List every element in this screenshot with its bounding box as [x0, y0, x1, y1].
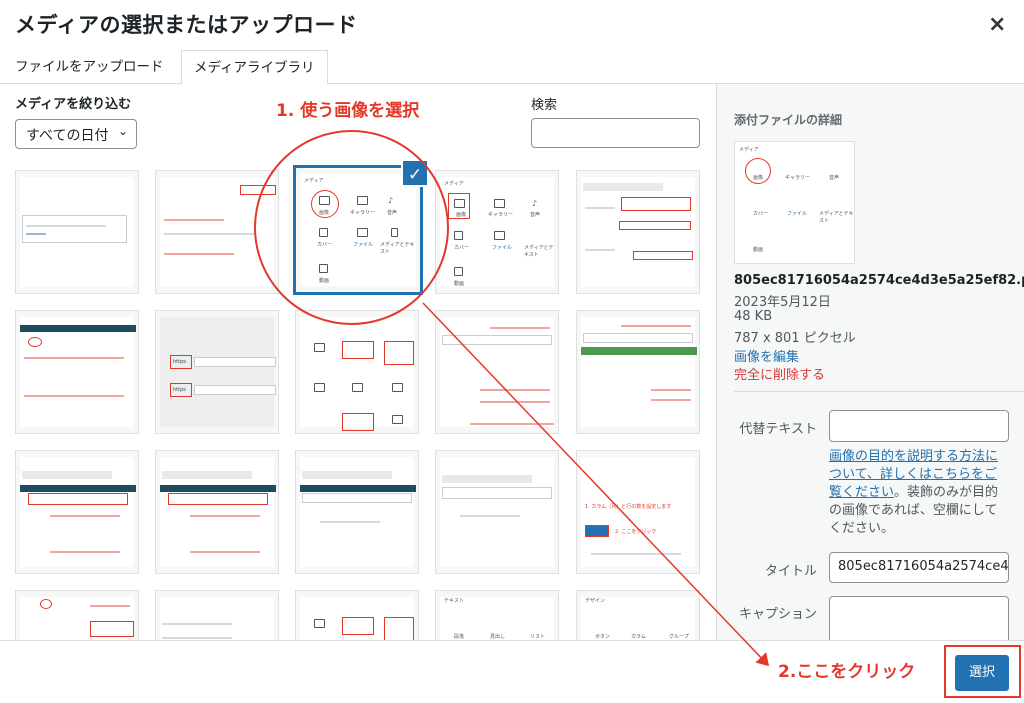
attachment-thumbnail[interactable]: メディア 画像 ギャラリー ♪ 音声 カバー ファイル メディアとテキスト 動画 — [435, 170, 559, 294]
annotation-step2: 2.ここをクリック — [778, 662, 916, 682]
thumbnail-image: 1. カラム（列）と行の数を設定します 2. ここをクリック — [581, 457, 695, 567]
thumbnail-image — [300, 597, 414, 640]
thumbnail-image: メディア 画像 ギャラリー ♪ 音声 カバー ファイル メディアとテキスト 動画 — [440, 177, 554, 287]
date-filter-value: すべての日付 — [26, 128, 109, 144]
thumb-text: 音声 — [530, 212, 541, 218]
thumbnail-image — [160, 457, 276, 567]
details-date: 2023年5月12日 — [734, 295, 831, 310]
thumb-text: 1. カラム（列）と行の数を設定します — [585, 504, 672, 510]
thumbnail-image — [581, 317, 697, 427]
annotation-circle — [254, 130, 449, 325]
attachment-thumbnail[interactable] — [295, 590, 419, 640]
thumb-text: メディアとテキスト — [819, 211, 854, 224]
attachment-thumbnail[interactable] — [576, 170, 700, 294]
thumb-text: メディアとテキスト — [524, 245, 554, 258]
thumb-text: https — [173, 359, 186, 365]
thumbnail-image — [20, 457, 136, 567]
thumb-text: カバー — [454, 245, 470, 251]
details-filename: 805ec81716054a2574ce4d3e5a25ef82.png — [734, 273, 1024, 288]
attachment-thumbnail[interactable]: テキスト 段落 見出し リスト — [435, 590, 559, 640]
edit-image-link[interactable]: 画像を編集 — [734, 346, 799, 365]
close-icon[interactable]: × — [988, 12, 1006, 37]
thumb-text: 段落 — [454, 634, 465, 640]
thumb-text: グループ — [669, 634, 689, 640]
caption-textarea[interactable] — [829, 596, 1009, 640]
thumbnail-image — [20, 177, 134, 287]
details-filesize: 48 KB — [734, 309, 773, 324]
details-thumbnail: メディア 画像 ギャラリー 音声 カバー ファイル メディアとテキスト 動画 — [734, 141, 855, 264]
thumbnail-image: デザイン ボタン カラム グループ — [581, 597, 695, 640]
thumbnail-image — [20, 317, 136, 427]
thumbnail-image — [160, 597, 274, 640]
attachment-thumbnail[interactable] — [15, 590, 139, 640]
thumb-text: リスト — [530, 634, 546, 640]
thumb-text: https — [173, 387, 186, 393]
alt-text-input[interactable] — [829, 410, 1009, 442]
thumb-text: カバー — [753, 211, 769, 217]
details-heading: 添付ファイルの詳細 — [734, 113, 843, 127]
thumb-text: 画像 — [753, 175, 764, 181]
chevron-down-icon: ⌄ — [117, 124, 128, 138]
alt-text-help: 画像の目的を説明する方法について、詳しくはこちらをご覧ください。装飾のみが目的の… — [829, 448, 1009, 538]
media-modal: メディアの選択またはアップロード × ファイルをアップロード メディアライブラリ… — [0, 0, 1024, 703]
date-filter-select[interactable]: すべての日付 ⌄ — [15, 119, 137, 149]
thumb-text: ギャラリー — [785, 175, 811, 181]
attachment-thumbnail[interactable]: https https — [155, 310, 279, 434]
attachment-thumbnail[interactable] — [576, 310, 700, 434]
attachment-thumbnail[interactable]: デザイン ボタン カラム グループ — [576, 590, 700, 640]
tab-upload-files[interactable]: ファイルをアップロード — [3, 50, 176, 84]
thumb-text: ファイル — [492, 245, 513, 251]
thumbnail-image — [20, 597, 134, 640]
filter-label: メディアを絞り込む — [15, 97, 132, 112]
thumb-text: 音声 — [829, 175, 840, 181]
attachment-thumbnail[interactable] — [15, 450, 139, 574]
thumb-text: デザイン — [585, 598, 606, 604]
search-input[interactable] — [531, 118, 700, 148]
details-divider — [734, 391, 1024, 392]
attachment-thumbnail[interactable] — [295, 450, 419, 574]
thumb-text: メディア — [444, 181, 464, 187]
attachment-thumbnail[interactable]: 1. カラム（列）と行の数を設定します 2. ここをクリック — [576, 450, 700, 574]
title-label: タイトル — [764, 564, 817, 579]
attachment-thumbnail[interactable] — [15, 310, 139, 434]
thumb-text: ギャラリー — [488, 212, 514, 218]
modal-tabs: ファイルをアップロード メディアライブラリ — [0, 50, 1024, 85]
annotation-step1: 1. 使う画像を選択 — [276, 101, 420, 121]
thumbnail-image: テキスト 段落 見出し リスト — [440, 597, 554, 640]
alt-text-label: 代替テキスト — [739, 422, 817, 437]
thumbnail-image — [581, 177, 695, 287]
details-dimensions: 787 x 801 ピクセル — [734, 331, 856, 346]
thumb-text: 画像 — [456, 212, 467, 218]
attachment-thumbnail[interactable] — [155, 590, 279, 640]
search-label: 検索 — [531, 98, 558, 113]
attachment-thumbnail[interactable] — [435, 310, 559, 434]
thumbnail-image — [440, 317, 554, 427]
attachment-thumbnail[interactable] — [155, 450, 279, 574]
thumb-text: カラム — [631, 634, 646, 640]
attachment-thumbnail[interactable] — [295, 310, 419, 434]
title-input[interactable]: 805ec81716054a2574ce4d3e5a25ef82 — [829, 552, 1009, 583]
thumb-text: ファイル — [787, 211, 808, 217]
thumbnail-image — [440, 457, 554, 567]
thumb-text: 動画 — [753, 247, 764, 253]
thumb-text: テキスト — [444, 598, 464, 604]
thumb-text: メディア — [739, 147, 759, 153]
attachment-thumbnail[interactable] — [435, 450, 559, 574]
thumbnail-image — [300, 317, 414, 431]
attachment-details-sidebar: 添付ファイルの詳細 メディア 画像 ギャラリー 音声 カバー ファイル メディア… — [716, 84, 1024, 640]
modal-title: メディアの選択またはアップロード — [15, 13, 358, 37]
attachment-thumbnail[interactable] — [15, 170, 139, 294]
delete-permanently-link[interactable]: 完全に削除する — [734, 364, 825, 383]
thumb-text: 動画 — [454, 281, 465, 287]
tab-media-library[interactable]: メディアライブラリ — [181, 50, 328, 85]
annotation-button-highlight — [944, 645, 1021, 698]
thumb-text: 2. ここをクリック — [615, 529, 657, 535]
thumbnail-image — [300, 457, 416, 567]
caption-label: キャプション — [738, 607, 817, 622]
thumb-text: 見出し — [490, 634, 506, 640]
thumb-text: ボタン — [595, 634, 611, 640]
thumbnail-image: https https — [160, 317, 276, 427]
